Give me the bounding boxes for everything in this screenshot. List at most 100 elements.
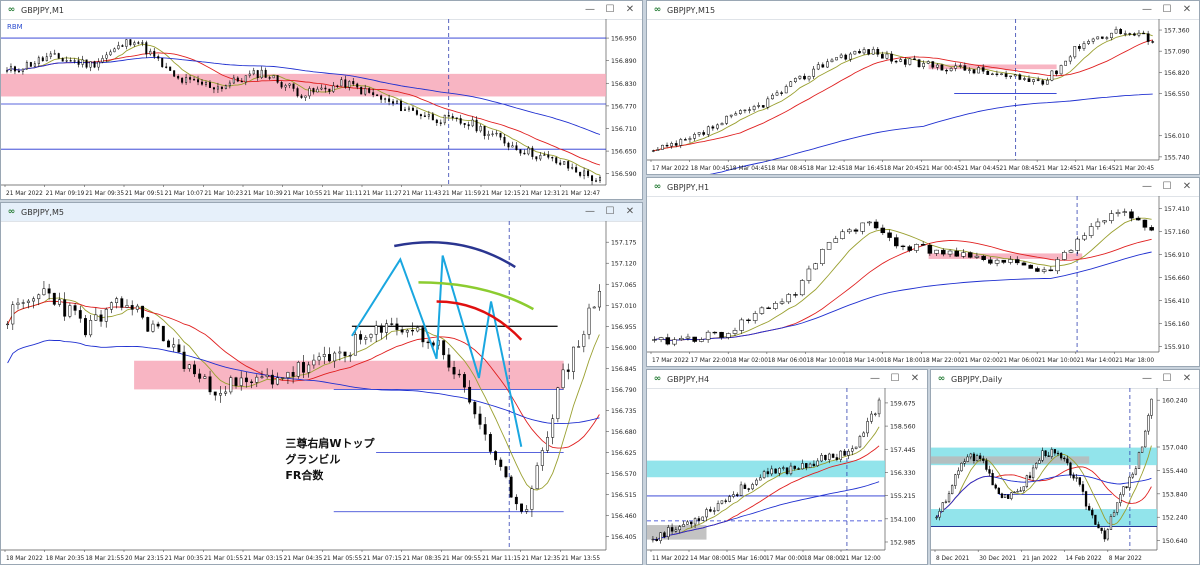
candle-body (1059, 65, 1063, 75)
candle-body (807, 76, 811, 80)
price-chart[interactable]: 159.675 158.560 157.445 156.330 155.215 154.1… (647, 388, 927, 564)
time-axis-label: 21 Mar 09:55 (442, 556, 481, 562)
close-button[interactable]: ✕ (1177, 179, 1197, 195)
candle-body (105, 54, 108, 59)
chart-window-h4[interactable]: ∞ GBPJPY,H4 — ☐ ✕ 159.675 158.560 157.445 1… (646, 369, 928, 565)
price-axis-label: 150.640 (1162, 538, 1188, 545)
candle-body (380, 95, 383, 100)
candle-body (972, 453, 976, 461)
candle-body (697, 518, 701, 521)
chart-icon: ∞ (653, 373, 662, 384)
candle-body (799, 280, 805, 296)
maximize-button[interactable]: ☐ (1157, 2, 1177, 18)
minimize-button[interactable]: — (1137, 2, 1157, 18)
maximize-button[interactable]: ☐ (600, 204, 620, 220)
minimize-button[interactable]: — (580, 204, 600, 220)
candle-body (340, 79, 343, 87)
candle-body (483, 126, 486, 136)
price-axis-label: 155.440 (1162, 468, 1188, 475)
chart-window-m1[interactable]: ∞ GBPJPY,M1 — ☐ ✕ 156.950 156.890 156.830 1… (0, 0, 643, 200)
candle-body (84, 318, 87, 336)
candle-body (1055, 259, 1060, 272)
time-axis-label: 21 Mar 12:31 (522, 191, 561, 197)
candle-body (885, 53, 889, 59)
candle-body (688, 138, 692, 140)
maximize-button[interactable]: ☐ (1157, 179, 1177, 195)
candle-body (81, 59, 84, 65)
candle-body (766, 307, 771, 309)
window-title: GBPJPY,M1 (21, 5, 64, 15)
candle-body (344, 79, 347, 88)
candle-body (276, 377, 279, 385)
close-button[interactable]: ✕ (1177, 2, 1197, 18)
window-titlebar[interactable]: ∞ GBPJPY,M15 — ☐ ✕ (647, 1, 1199, 20)
close-button[interactable]: ✕ (905, 371, 925, 387)
candle-body (5, 70, 8, 72)
candle-body (761, 105, 765, 108)
candle-body (312, 88, 315, 93)
time-axis-label: 18 Mar 08:00 (804, 556, 843, 562)
candle-body (1001, 259, 1007, 263)
chart-window-h1[interactable]: ∞ GBPJPY,H1 — ☐ ✕ 157.410 157.160 156.910 1… (646, 177, 1200, 367)
time-axis-label: 21 Jan 2022 (1022, 556, 1057, 562)
time-axis-label: 21 Mar 00:45 (922, 166, 961, 172)
close-button[interactable]: ✕ (620, 2, 640, 18)
candle-body (725, 115, 728, 124)
candle-body (281, 377, 285, 379)
minimize-button[interactable]: — (1137, 371, 1157, 387)
minimize-button[interactable]: — (1137, 179, 1157, 195)
candle-body (151, 323, 155, 332)
candle-body (317, 356, 321, 361)
maximize-button[interactable]: ☐ (600, 2, 620, 18)
candle-body (193, 364, 196, 375)
candle-body (793, 465, 796, 469)
window-titlebar[interactable]: ∞ GBPJPY,M5 — ☐ ✕ (1, 203, 642, 222)
candle-body (567, 161, 570, 169)
price-chart[interactable]: 157.360 157.090 156.820 156.550 156.010 155.7… (647, 19, 1199, 174)
price-chart[interactable]: 157.410 157.160 156.910 156.660 156.410 156.1… (647, 196, 1199, 366)
candle-body (1068, 250, 1074, 253)
candle-body (125, 305, 129, 308)
candle-body (686, 521, 689, 525)
price-axis-label: 156.660 (1164, 275, 1190, 282)
window-titlebar[interactable]: ∞ GBPJPY,H1 — ☐ ✕ (647, 178, 1199, 197)
candle-body (887, 232, 892, 238)
time-axis-label: 21 Mar 04:45 (961, 166, 1000, 172)
chart-window-daily[interactable]: ∞ GBPJPY,Daily — ☐ ✕ 160.240 157.040 155.4… (930, 369, 1200, 565)
minimize-button[interactable]: — (865, 371, 885, 387)
candle-body (697, 132, 701, 135)
candle-body (120, 298, 124, 308)
candle-body (411, 330, 414, 332)
candle-body (752, 106, 756, 110)
time-axis-label: 21 Mar 08:35 (403, 556, 442, 562)
candle-body (1009, 75, 1013, 78)
candle-body (1150, 398, 1153, 416)
candle-body (41, 57, 44, 62)
price-chart[interactable]: 156.950 156.890 156.830 156.770 156.710 156.6… (1, 19, 642, 199)
candle-body (229, 377, 233, 393)
candle-body (343, 351, 347, 357)
minimize-button[interactable]: — (580, 2, 600, 18)
candle-body (356, 83, 359, 88)
window-titlebar[interactable]: ∞ GBPJPY,Daily — ☐ ✕ (931, 370, 1199, 389)
close-button[interactable]: ✕ (620, 204, 640, 220)
candle-body (1062, 252, 1067, 260)
price-chart[interactable]: 160.240 157.040 155.440 153.840 152.240 150.6… (931, 388, 1199, 564)
window-titlebar[interactable]: ∞ GBPJPY,H4 — ☐ ✕ (647, 370, 927, 389)
candle-body (934, 249, 939, 254)
candle-body (1140, 446, 1144, 453)
candle-body (9, 66, 12, 71)
candle-body (789, 465, 793, 475)
close-button[interactable]: ✕ (1177, 371, 1197, 387)
maximize-button[interactable]: ☐ (885, 371, 905, 387)
price-chart[interactable]: 157.175 157.120 157.065 157.010 156.955 156.9… (1, 221, 642, 564)
maximize-button[interactable]: ☐ (1157, 371, 1177, 387)
candle-body (390, 323, 394, 325)
time-axis-label: 18 Mar 16:45 (845, 166, 884, 172)
candle-body (1035, 268, 1040, 272)
chart-window-m15[interactable]: ∞ GBPJPY,M15 — ☐ ✕ 157.360 157.090 156.820… (646, 0, 1200, 175)
candle-body (922, 63, 925, 68)
candle-body (181, 77, 184, 83)
window-titlebar[interactable]: ∞ GBPJPY,M1 — ☐ ✕ (1, 1, 642, 20)
chart-window-m5[interactable]: ∞ GBPJPY,M5 — ☐ ✕ 157.175 157.120 157.065 1… (0, 202, 643, 565)
